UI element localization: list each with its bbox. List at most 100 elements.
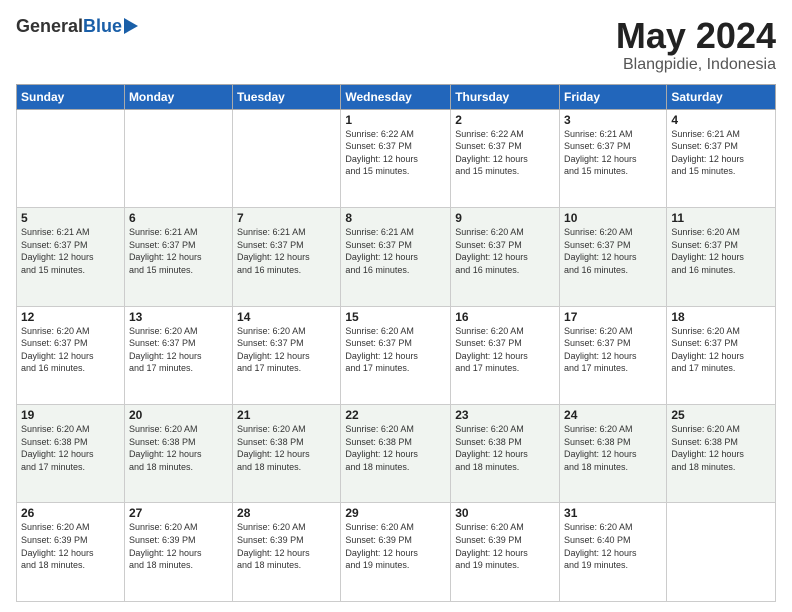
logo-blue-text: Blue xyxy=(83,16,122,37)
day-info: Sunrise: 6:20 AM Sunset: 6:37 PM Dayligh… xyxy=(671,226,771,276)
table-cell: 21Sunrise: 6:20 AM Sunset: 6:38 PM Dayli… xyxy=(233,405,341,503)
day-number: 21 xyxy=(237,408,336,422)
table-cell xyxy=(233,109,341,207)
table-cell: 29Sunrise: 6:20 AM Sunset: 6:39 PM Dayli… xyxy=(341,503,451,602)
day-info: Sunrise: 6:20 AM Sunset: 6:38 PM Dayligh… xyxy=(129,423,228,473)
day-info: Sunrise: 6:20 AM Sunset: 6:38 PM Dayligh… xyxy=(671,423,771,473)
calendar-week-row: 5Sunrise: 6:21 AM Sunset: 6:37 PM Daylig… xyxy=(17,208,776,306)
day-number: 20 xyxy=(129,408,228,422)
table-cell: 18Sunrise: 6:20 AM Sunset: 6:37 PM Dayli… xyxy=(667,306,776,404)
col-wednesday: Wednesday xyxy=(341,84,451,109)
day-info: Sunrise: 6:22 AM Sunset: 6:37 PM Dayligh… xyxy=(455,128,555,178)
day-info: Sunrise: 6:20 AM Sunset: 6:38 PM Dayligh… xyxy=(455,423,555,473)
table-cell: 20Sunrise: 6:20 AM Sunset: 6:38 PM Dayli… xyxy=(124,405,232,503)
day-number: 16 xyxy=(455,310,555,324)
day-number: 14 xyxy=(237,310,336,324)
table-cell: 15Sunrise: 6:20 AM Sunset: 6:37 PM Dayli… xyxy=(341,306,451,404)
table-cell: 3Sunrise: 6:21 AM Sunset: 6:37 PM Daylig… xyxy=(560,109,667,207)
table-cell: 2Sunrise: 6:22 AM Sunset: 6:37 PM Daylig… xyxy=(451,109,560,207)
calendar-week-row: 12Sunrise: 6:20 AM Sunset: 6:37 PM Dayli… xyxy=(17,306,776,404)
day-info: Sunrise: 6:20 AM Sunset: 6:39 PM Dayligh… xyxy=(455,521,555,571)
day-number: 22 xyxy=(345,408,446,422)
table-cell: 1Sunrise: 6:22 AM Sunset: 6:37 PM Daylig… xyxy=(341,109,451,207)
day-info: Sunrise: 6:20 AM Sunset: 6:37 PM Dayligh… xyxy=(455,325,555,375)
day-info: Sunrise: 6:20 AM Sunset: 6:39 PM Dayligh… xyxy=(237,521,336,571)
calendar-week-row: 19Sunrise: 6:20 AM Sunset: 6:38 PM Dayli… xyxy=(17,405,776,503)
day-number: 18 xyxy=(671,310,771,324)
header-row: Sunday Monday Tuesday Wednesday Thursday… xyxy=(17,84,776,109)
day-number: 15 xyxy=(345,310,446,324)
title-block: May 2024 Blangpidie, Indonesia xyxy=(616,16,776,74)
day-info: Sunrise: 6:20 AM Sunset: 6:37 PM Dayligh… xyxy=(564,226,662,276)
calendar-week-row: 26Sunrise: 6:20 AM Sunset: 6:39 PM Dayli… xyxy=(17,503,776,602)
col-sunday: Sunday xyxy=(17,84,125,109)
calendar-table: Sunday Monday Tuesday Wednesday Thursday… xyxy=(16,84,776,602)
logo-general-text: General xyxy=(16,16,83,37)
logo: General Blue xyxy=(16,16,138,37)
col-thursday: Thursday xyxy=(451,84,560,109)
day-info: Sunrise: 6:21 AM Sunset: 6:37 PM Dayligh… xyxy=(671,128,771,178)
day-number: 29 xyxy=(345,506,446,520)
table-cell: 17Sunrise: 6:20 AM Sunset: 6:37 PM Dayli… xyxy=(560,306,667,404)
table-cell: 27Sunrise: 6:20 AM Sunset: 6:39 PM Dayli… xyxy=(124,503,232,602)
day-number: 27 xyxy=(129,506,228,520)
day-info: Sunrise: 6:21 AM Sunset: 6:37 PM Dayligh… xyxy=(129,226,228,276)
calendar-location: Blangpidie, Indonesia xyxy=(616,56,776,74)
day-info: Sunrise: 6:21 AM Sunset: 6:37 PM Dayligh… xyxy=(21,226,120,276)
day-number: 31 xyxy=(564,506,662,520)
table-cell: 19Sunrise: 6:20 AM Sunset: 6:38 PM Dayli… xyxy=(17,405,125,503)
table-cell: 16Sunrise: 6:20 AM Sunset: 6:37 PM Dayli… xyxy=(451,306,560,404)
header: General Blue May 2024 Blangpidie, Indone… xyxy=(16,16,776,74)
day-number: 7 xyxy=(237,211,336,225)
day-info: Sunrise: 6:21 AM Sunset: 6:37 PM Dayligh… xyxy=(345,226,446,276)
table-cell xyxy=(667,503,776,602)
page: General Blue May 2024 Blangpidie, Indone… xyxy=(0,0,792,612)
table-cell: 4Sunrise: 6:21 AM Sunset: 6:37 PM Daylig… xyxy=(667,109,776,207)
table-cell: 14Sunrise: 6:20 AM Sunset: 6:37 PM Dayli… xyxy=(233,306,341,404)
table-cell: 22Sunrise: 6:20 AM Sunset: 6:38 PM Dayli… xyxy=(341,405,451,503)
day-info: Sunrise: 6:20 AM Sunset: 6:38 PM Dayligh… xyxy=(21,423,120,473)
day-info: Sunrise: 6:20 AM Sunset: 6:40 PM Dayligh… xyxy=(564,521,662,571)
day-number: 12 xyxy=(21,310,120,324)
day-info: Sunrise: 6:21 AM Sunset: 6:37 PM Dayligh… xyxy=(237,226,336,276)
day-number: 10 xyxy=(564,211,662,225)
logo-arrow-icon xyxy=(124,18,138,34)
day-number: 13 xyxy=(129,310,228,324)
day-number: 17 xyxy=(564,310,662,324)
table-cell: 25Sunrise: 6:20 AM Sunset: 6:38 PM Dayli… xyxy=(667,405,776,503)
day-info: Sunrise: 6:20 AM Sunset: 6:37 PM Dayligh… xyxy=(564,325,662,375)
table-cell: 7Sunrise: 6:21 AM Sunset: 6:37 PM Daylig… xyxy=(233,208,341,306)
table-cell xyxy=(124,109,232,207)
col-monday: Monday xyxy=(124,84,232,109)
table-cell: 9Sunrise: 6:20 AM Sunset: 6:37 PM Daylig… xyxy=(451,208,560,306)
col-tuesday: Tuesday xyxy=(233,84,341,109)
day-info: Sunrise: 6:20 AM Sunset: 6:38 PM Dayligh… xyxy=(564,423,662,473)
day-info: Sunrise: 6:22 AM Sunset: 6:37 PM Dayligh… xyxy=(345,128,446,178)
day-number: 1 xyxy=(345,113,446,127)
day-info: Sunrise: 6:20 AM Sunset: 6:37 PM Dayligh… xyxy=(21,325,120,375)
day-number: 25 xyxy=(671,408,771,422)
table-cell: 24Sunrise: 6:20 AM Sunset: 6:38 PM Dayli… xyxy=(560,405,667,503)
table-cell xyxy=(17,109,125,207)
table-cell: 11Sunrise: 6:20 AM Sunset: 6:37 PM Dayli… xyxy=(667,208,776,306)
day-number: 26 xyxy=(21,506,120,520)
day-number: 23 xyxy=(455,408,555,422)
day-info: Sunrise: 6:20 AM Sunset: 6:39 PM Dayligh… xyxy=(21,521,120,571)
day-info: Sunrise: 6:20 AM Sunset: 6:39 PM Dayligh… xyxy=(129,521,228,571)
day-number: 19 xyxy=(21,408,120,422)
table-cell: 30Sunrise: 6:20 AM Sunset: 6:39 PM Dayli… xyxy=(451,503,560,602)
day-number: 2 xyxy=(455,113,555,127)
day-number: 6 xyxy=(129,211,228,225)
day-info: Sunrise: 6:20 AM Sunset: 6:37 PM Dayligh… xyxy=(671,325,771,375)
day-number: 24 xyxy=(564,408,662,422)
day-info: Sunrise: 6:20 AM Sunset: 6:38 PM Dayligh… xyxy=(345,423,446,473)
day-number: 8 xyxy=(345,211,446,225)
day-info: Sunrise: 6:20 AM Sunset: 6:37 PM Dayligh… xyxy=(129,325,228,375)
table-cell: 10Sunrise: 6:20 AM Sunset: 6:37 PM Dayli… xyxy=(560,208,667,306)
day-number: 5 xyxy=(21,211,120,225)
day-number: 9 xyxy=(455,211,555,225)
day-info: Sunrise: 6:21 AM Sunset: 6:37 PM Dayligh… xyxy=(564,128,662,178)
calendar-title: May 2024 xyxy=(616,16,776,56)
day-info: Sunrise: 6:20 AM Sunset: 6:37 PM Dayligh… xyxy=(237,325,336,375)
table-cell: 12Sunrise: 6:20 AM Sunset: 6:37 PM Dayli… xyxy=(17,306,125,404)
